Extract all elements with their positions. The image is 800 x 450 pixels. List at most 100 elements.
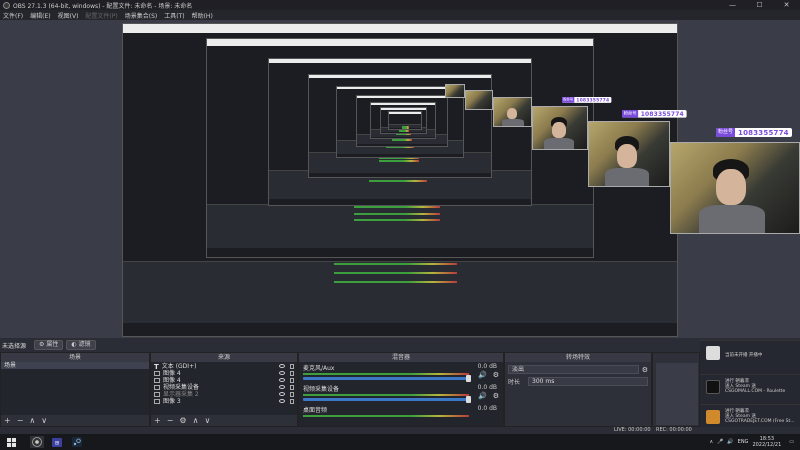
menu-view[interactable]: 视图(V) [58, 11, 79, 20]
add-scene-button[interactable]: + [4, 415, 11, 426]
source-item[interactable]: 视频采集设备 [151, 384, 297, 391]
follower-badge-small: 粉丝号 1083355774 [562, 97, 612, 103]
transitions-panel: 转场特效 淡出 ⚙ 时长 300 ms [504, 352, 652, 427]
menu-help[interactable]: 帮助(H) [192, 11, 213, 20]
speaker-icon[interactable]: 🔊 [478, 392, 487, 400]
menu-file[interactable]: 文件(F) [3, 11, 23, 20]
minimize-button[interactable]: — [719, 0, 746, 10]
scenes-panel: 场景 场景 + − ∧ ∨ [0, 352, 150, 427]
app-taskbar-icon[interactable]: ⊞ [50, 436, 64, 448]
microphone-icon[interactable]: 🎤 [717, 439, 723, 445]
recursive-capture-frame [388, 111, 422, 130]
properties-button[interactable]: ⚙ 属性 [34, 340, 64, 350]
mixer-track-mic: 麦克风/Aux 0.0 dB 🔊 ⚙ [299, 362, 503, 383]
frame-dock-area [123, 260, 677, 324]
source-item[interactable]: T 文本 (GDI+) [151, 363, 297, 371]
transition-type-select[interactable]: 淡出 [508, 365, 639, 374]
source-item[interactable]: 显示器采集 2 [151, 391, 297, 398]
frame-title-bar [207, 39, 593, 46]
obs-taskbar-icon[interactable] [30, 436, 44, 448]
steam-taskbar-icon[interactable] [70, 436, 84, 448]
scene-up-button[interactable]: ∧ [29, 415, 35, 426]
source-up-button[interactable]: ∧ [193, 415, 199, 426]
webcam-feed-xxsmall [465, 90, 493, 110]
menu-tools[interactable]: 工具(T) [164, 11, 184, 20]
notification-2: 进行 朝暮凛 送入 Steam 送 CSGOMALL.COM - Roulett… [700, 374, 800, 404]
transition-type-row: 淡出 ⚙ [508, 365, 648, 374]
frame-audio-meter [378, 160, 420, 163]
lock-icon[interactable] [290, 399, 294, 404]
windows-start-icon[interactable] [4, 436, 18, 448]
frame-dock-area [207, 204, 593, 249]
window-title: OBS 27.1.3 (64-bit, windows) - 配置文件: 未命名… [13, 2, 193, 10]
transition-duration-row: 时长 300 ms [508, 377, 648, 386]
lock-icon[interactable] [290, 371, 294, 376]
duration-input[interactable]: 300 ms [528, 377, 648, 386]
svg-text:⊞: ⊞ [55, 440, 59, 446]
remove-scene-button[interactable]: − [17, 415, 24, 426]
source-item[interactable]: 图像 4 [151, 370, 297, 377]
visibility-eye-icon[interactable] [279, 392, 285, 396]
transitions-header: 转场特效 [505, 353, 651, 362]
mixer-panel: 混音器 麦克风/Aux 0.0 dB 🔊 ⚙ 视频采集设备 0.0 dB 🔊 ⚙… [298, 352, 504, 427]
source-toolbar: 未选择源 ⚙ 属性 ◐ 滤镜 [0, 338, 800, 352]
source-down-button[interactable]: ∨ [204, 415, 210, 426]
window-controls: — ☐ ✕ [719, 0, 800, 10]
gear-icon[interactable]: ⚙ [493, 371, 499, 379]
source-settings-button[interactable]: ⚙ [179, 415, 186, 426]
source-item[interactable]: 图像 4 [151, 377, 297, 384]
maximize-button[interactable]: ☐ [746, 0, 773, 10]
clock[interactable]: 18:53 2022/12/21 [752, 436, 781, 448]
visibility-eye-icon[interactable] [279, 385, 285, 389]
menu-edit[interactable]: 编辑(E) [30, 11, 50, 20]
scenes-header: 场景 [1, 353, 149, 362]
volume-slider[interactable] [303, 396, 471, 403]
volume-icon[interactable]: 🔊 [727, 439, 733, 445]
sources-header: 来源 [151, 353, 297, 362]
scene-item[interactable]: 场景 [1, 362, 149, 369]
visibility-eye-icon[interactable] [279, 399, 285, 403]
lock-icon[interactable] [290, 378, 294, 383]
close-button[interactable]: ✕ [773, 0, 800, 10]
frame-title-bar [357, 96, 447, 98]
visibility-eye-icon[interactable] [279, 364, 285, 368]
lock-icon[interactable] [290, 385, 294, 390]
sources-panel: 来源 T 文本 (GDI+) 图像 4 图像 4 视频采集设备 显示器采集 2 图… [150, 352, 298, 427]
camera-icon [154, 385, 160, 390]
audio-level-meter [303, 373, 469, 375]
add-source-button[interactable]: + [154, 415, 161, 426]
menu-profile[interactable]: 配置文件(P) [85, 11, 117, 20]
speaker-icon[interactable]: 🔊 [478, 371, 487, 379]
mixer-track-desktop: 桌面音频 0.0 dB [299, 404, 503, 425]
scene-down-button[interactable]: ∨ [41, 415, 47, 426]
notification-1: 当前未开播 开播中 [700, 340, 800, 374]
frame-audio-meter [369, 180, 428, 183]
frame-audio-meter [334, 281, 457, 284]
source-item[interactable]: 图像 3 [151, 398, 297, 405]
visibility-eye-icon[interactable] [279, 378, 285, 382]
scenes-list: 场景 [1, 362, 149, 415]
gear-icon[interactable]: ⚙ [493, 392, 499, 400]
preview-canvas[interactable]: 粉丝号 1083355774 粉丝号 1083355774 粉丝号 108335… [0, 20, 800, 338]
frame-audio-meter [334, 262, 457, 265]
visibility-eye-icon[interactable] [279, 371, 285, 375]
remove-source-button[interactable]: − [167, 415, 174, 426]
slider-handle[interactable] [466, 396, 471, 403]
input-language[interactable]: ENG [738, 439, 749, 445]
transition-settings-gear-icon[interactable]: ⚙ [642, 366, 648, 374]
volume-slider[interactable] [303, 375, 471, 382]
duration-label: 时长 [508, 379, 521, 386]
title-bar: OBS 27.1.3 (64-bit, windows) - 配置文件: 未命名… [0, 0, 800, 10]
filters-button[interactable]: ◐ 滤镜 [66, 340, 96, 350]
system-tray: ∧ 🎤 🔊 ENG 18:53 2022/12/21 ▭ [710, 434, 800, 450]
frame-audio-meter [354, 206, 440, 209]
lock-icon[interactable] [290, 364, 294, 369]
lock-icon[interactable] [290, 392, 294, 397]
menu-scene-collection[interactable]: 场景集合(S) [125, 11, 158, 20]
notification-center-icon[interactable]: ▭ [789, 439, 794, 445]
mixer-track-video-capture: 视频采集设备 0.0 dB 🔊 ⚙ [299, 383, 503, 404]
slider-handle[interactable] [466, 375, 471, 382]
avatar [706, 346, 720, 360]
tray-expand-icon[interactable]: ∧ [710, 439, 714, 445]
monitor-icon [154, 392, 160, 397]
